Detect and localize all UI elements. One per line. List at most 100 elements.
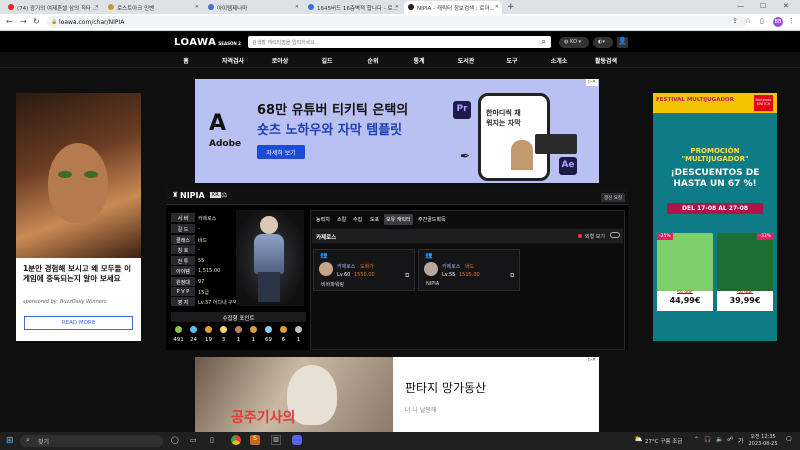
search-placeholder: 검색할 캐릭터명을 입력하세요... bbox=[252, 40, 320, 46]
reload-icon[interactable]: ↻ bbox=[33, 17, 40, 26]
card-item-level: 1515.00 bbox=[459, 272, 480, 278]
browser-tab[interactable]: 1645버드 16층벽적 합니다 - 로... ✕ bbox=[304, 1, 402, 14]
maximize-icon[interactable]: ☐ bbox=[760, 2, 766, 10]
copy-icon[interactable]: ⧉ bbox=[510, 272, 514, 280]
close-icon[interactable]: ✕ bbox=[395, 4, 399, 10]
collection-icon bbox=[280, 326, 287, 333]
task-view-icon[interactable]: ◯ bbox=[171, 436, 179, 444]
side-ad-left[interactable]: 1분만 경험해 보시고 왜 모두들 이 게임에 중독되는지 알아 보세요 spo… bbox=[16, 93, 141, 341]
nav-item[interactable]: 도구 bbox=[497, 56, 527, 65]
nav-item[interactable]: 통계 bbox=[404, 56, 434, 65]
clock-date[interactable]: 2023-08-25 bbox=[748, 441, 778, 447]
nav-item[interactable]: 도서관 bbox=[451, 56, 481, 65]
tab-dopo[interactable]: 도포 bbox=[368, 214, 381, 225]
nav-item[interactable]: 길드 bbox=[312, 56, 342, 65]
app-icon[interactable]: S bbox=[250, 435, 260, 445]
weather-text[interactable]: 27°C 구름 조금 bbox=[645, 437, 682, 445]
person-image bbox=[511, 140, 533, 170]
tab-weekly-gold[interactable]: 주간골드획득 bbox=[416, 214, 448, 225]
new-tab-button[interactable]: + bbox=[507, 2, 515, 12]
profile-avatar[interactable]: BB bbox=[773, 17, 783, 27]
close-window-icon[interactable]: ✕ bbox=[783, 2, 789, 10]
sale-price: 44,99€ bbox=[669, 296, 701, 305]
card-name: NIPIA bbox=[426, 281, 440, 287]
ime-indicator[interactable]: 가 bbox=[738, 436, 744, 445]
collection-icon bbox=[175, 326, 182, 333]
minimize-icon[interactable]: — bbox=[737, 2, 744, 10]
tab-collection[interactable]: 수집 bbox=[351, 214, 364, 225]
network-icon[interactable]: ☍ bbox=[727, 436, 733, 443]
collection-point: 1 bbox=[246, 326, 261, 343]
site-logo[interactable]: LOAWA SEASON 2 bbox=[174, 37, 241, 48]
nav-item[interactable]: 소개소 bbox=[544, 56, 574, 65]
ad-read-more-button[interactable]: READ MORE bbox=[24, 316, 133, 330]
appearance-toggle-switch[interactable] bbox=[610, 232, 620, 238]
browser-tab[interactable]: 로스트아크 인벤 ✕ bbox=[104, 1, 202, 14]
discord-icon[interactable] bbox=[292, 435, 302, 445]
headset-icon[interactable]: 🎧 bbox=[704, 436, 711, 443]
taskbar-search-label: 찾기 bbox=[38, 439, 50, 446]
user-icon[interactable]: 👤 bbox=[617, 37, 628, 48]
copy-icon[interactable]: ⧉ bbox=[405, 272, 409, 280]
collection-point: 3 bbox=[216, 326, 231, 343]
menu-kebab-icon[interactable]: ⋮ bbox=[788, 17, 795, 25]
server-group-title: 카제로스 bbox=[316, 235, 337, 241]
ad-cta-button[interactable]: 자세히 보기 bbox=[257, 145, 305, 159]
tab-stats[interactable]: 능력치 bbox=[314, 214, 332, 225]
close-icon[interactable]: ✕ bbox=[495, 4, 499, 10]
back-icon[interactable]: ← bbox=[6, 17, 13, 26]
portrait-head bbox=[260, 216, 278, 234]
forward-icon[interactable]: → bbox=[20, 17, 27, 26]
windows-start-icon[interactable]: ⊞ bbox=[6, 436, 14, 446]
tab-skills[interactable]: 스킬 bbox=[335, 214, 348, 225]
region-select[interactable]: ◍ KO ▾ bbox=[559, 37, 589, 48]
owned-character-card[interactable]: 👥 카제로스 바드 Lv.55 1515.00 NIPIA ⧉ bbox=[418, 249, 520, 291]
ad-choices-icon[interactable]: ▷✕ bbox=[586, 357, 598, 364]
owned-character-card[interactable]: 👥 카제로스 도화가 Lv.60 1550.00 비바파워링 ⧉ bbox=[313, 249, 415, 291]
url-field[interactable]: 🔒 loawa.com/char/NIPIA bbox=[47, 16, 747, 28]
character-name: NIPIA bbox=[180, 191, 205, 200]
character-search-input[interactable]: 검색할 캐릭터명을 입력하세요... ⌕ bbox=[248, 36, 551, 48]
address-bar-row: ← → ↻ 🔒 loawa.com/char/NIPIA ⇪ ☆ ▯ BB ⋮ bbox=[0, 14, 800, 31]
close-icon[interactable]: ✕ bbox=[195, 4, 199, 10]
taskbar-search[interactable]: ⌕ 찾기 bbox=[20, 435, 163, 447]
browser-tab[interactable]: 아이템제나마 ✕ bbox=[204, 1, 302, 14]
notification-icon[interactable]: 🗨 bbox=[785, 436, 793, 443]
ad-choices-icon[interactable]: ▷✕ bbox=[586, 79, 598, 86]
collection-value: 3 bbox=[221, 337, 226, 343]
nav-item[interactable]: 활동검색 bbox=[591, 56, 621, 65]
info-value: 바드 bbox=[198, 238, 208, 244]
chrome-icon[interactable] bbox=[231, 435, 241, 445]
side-ad-right[interactable]: FESTIVAL MULTIJUGADOR Nintendo SWITCH PR… bbox=[653, 93, 777, 341]
theme-toggle[interactable]: ◐▾ bbox=[593, 37, 613, 48]
close-icon[interactable]: ✕ bbox=[295, 4, 299, 10]
file-icon[interactable]: ▯ bbox=[210, 436, 214, 444]
loawa-icon bbox=[408, 4, 414, 10]
collection-icon bbox=[235, 326, 242, 333]
sidepanel-icon[interactable]: ▯ bbox=[760, 17, 764, 25]
ad-headline: 68만 유튜버 티키틱 은택의 bbox=[257, 103, 409, 118]
clock-time[interactable]: 오전 12:35 bbox=[748, 433, 778, 440]
collection-point: 19 bbox=[201, 326, 216, 343]
share-icon[interactable]: ⇪ bbox=[732, 17, 738, 25]
banner-ad-manga[interactable]: 공주기사의 판타지 망가동산 너 나 날판해 ▷✕ bbox=[195, 357, 599, 437]
nav-item[interactable]: 로아상 bbox=[265, 56, 295, 65]
banner-ad-adobe[interactable]: A Adobe 68만 유튜버 티키틱 은택의 숏츠 노하우와 자막 템플릿 자… bbox=[195, 79, 599, 183]
close-icon[interactable]: ✕ bbox=[95, 4, 99, 10]
widgets-icon[interactable]: ▭ bbox=[190, 436, 197, 444]
tray-chevron-icon[interactable]: ⌃ bbox=[694, 436, 699, 443]
nav-item[interactable]: 자격검사 bbox=[218, 56, 248, 65]
terminal-icon[interactable]: ▥ bbox=[271, 435, 281, 445]
browser-tab-active[interactable]: NIPIA - 캐릭터 정보검색 : 로아... ✕ bbox=[404, 1, 502, 14]
tab-owned-characters[interactable]: 보유 캐릭터 bbox=[384, 214, 413, 225]
search-icon[interactable]: ⌕ bbox=[542, 37, 546, 47]
nav-item[interactable]: 순위 bbox=[358, 56, 388, 65]
browser-tab[interactable]: (74) 광기의 여제혼셀 삼의 직타 ... ✕ bbox=[4, 1, 102, 14]
bookmark-star-icon[interactable]: ☆ bbox=[745, 17, 751, 25]
ad-sponsor: sponsored by: BuzzDaily Winners bbox=[23, 299, 107, 305]
collection-point: 6 bbox=[276, 326, 291, 343]
ad-headline: 1분만 경험해 보시고 왜 모두들 이 게임에 중독되는지 알아 보세요 bbox=[23, 264, 131, 283]
refresh-button[interactable]: 갱신 요청 bbox=[601, 193, 625, 202]
nav-item-home[interactable]: 홈 bbox=[171, 56, 201, 65]
volume-icon[interactable]: 🔈 bbox=[716, 436, 723, 443]
